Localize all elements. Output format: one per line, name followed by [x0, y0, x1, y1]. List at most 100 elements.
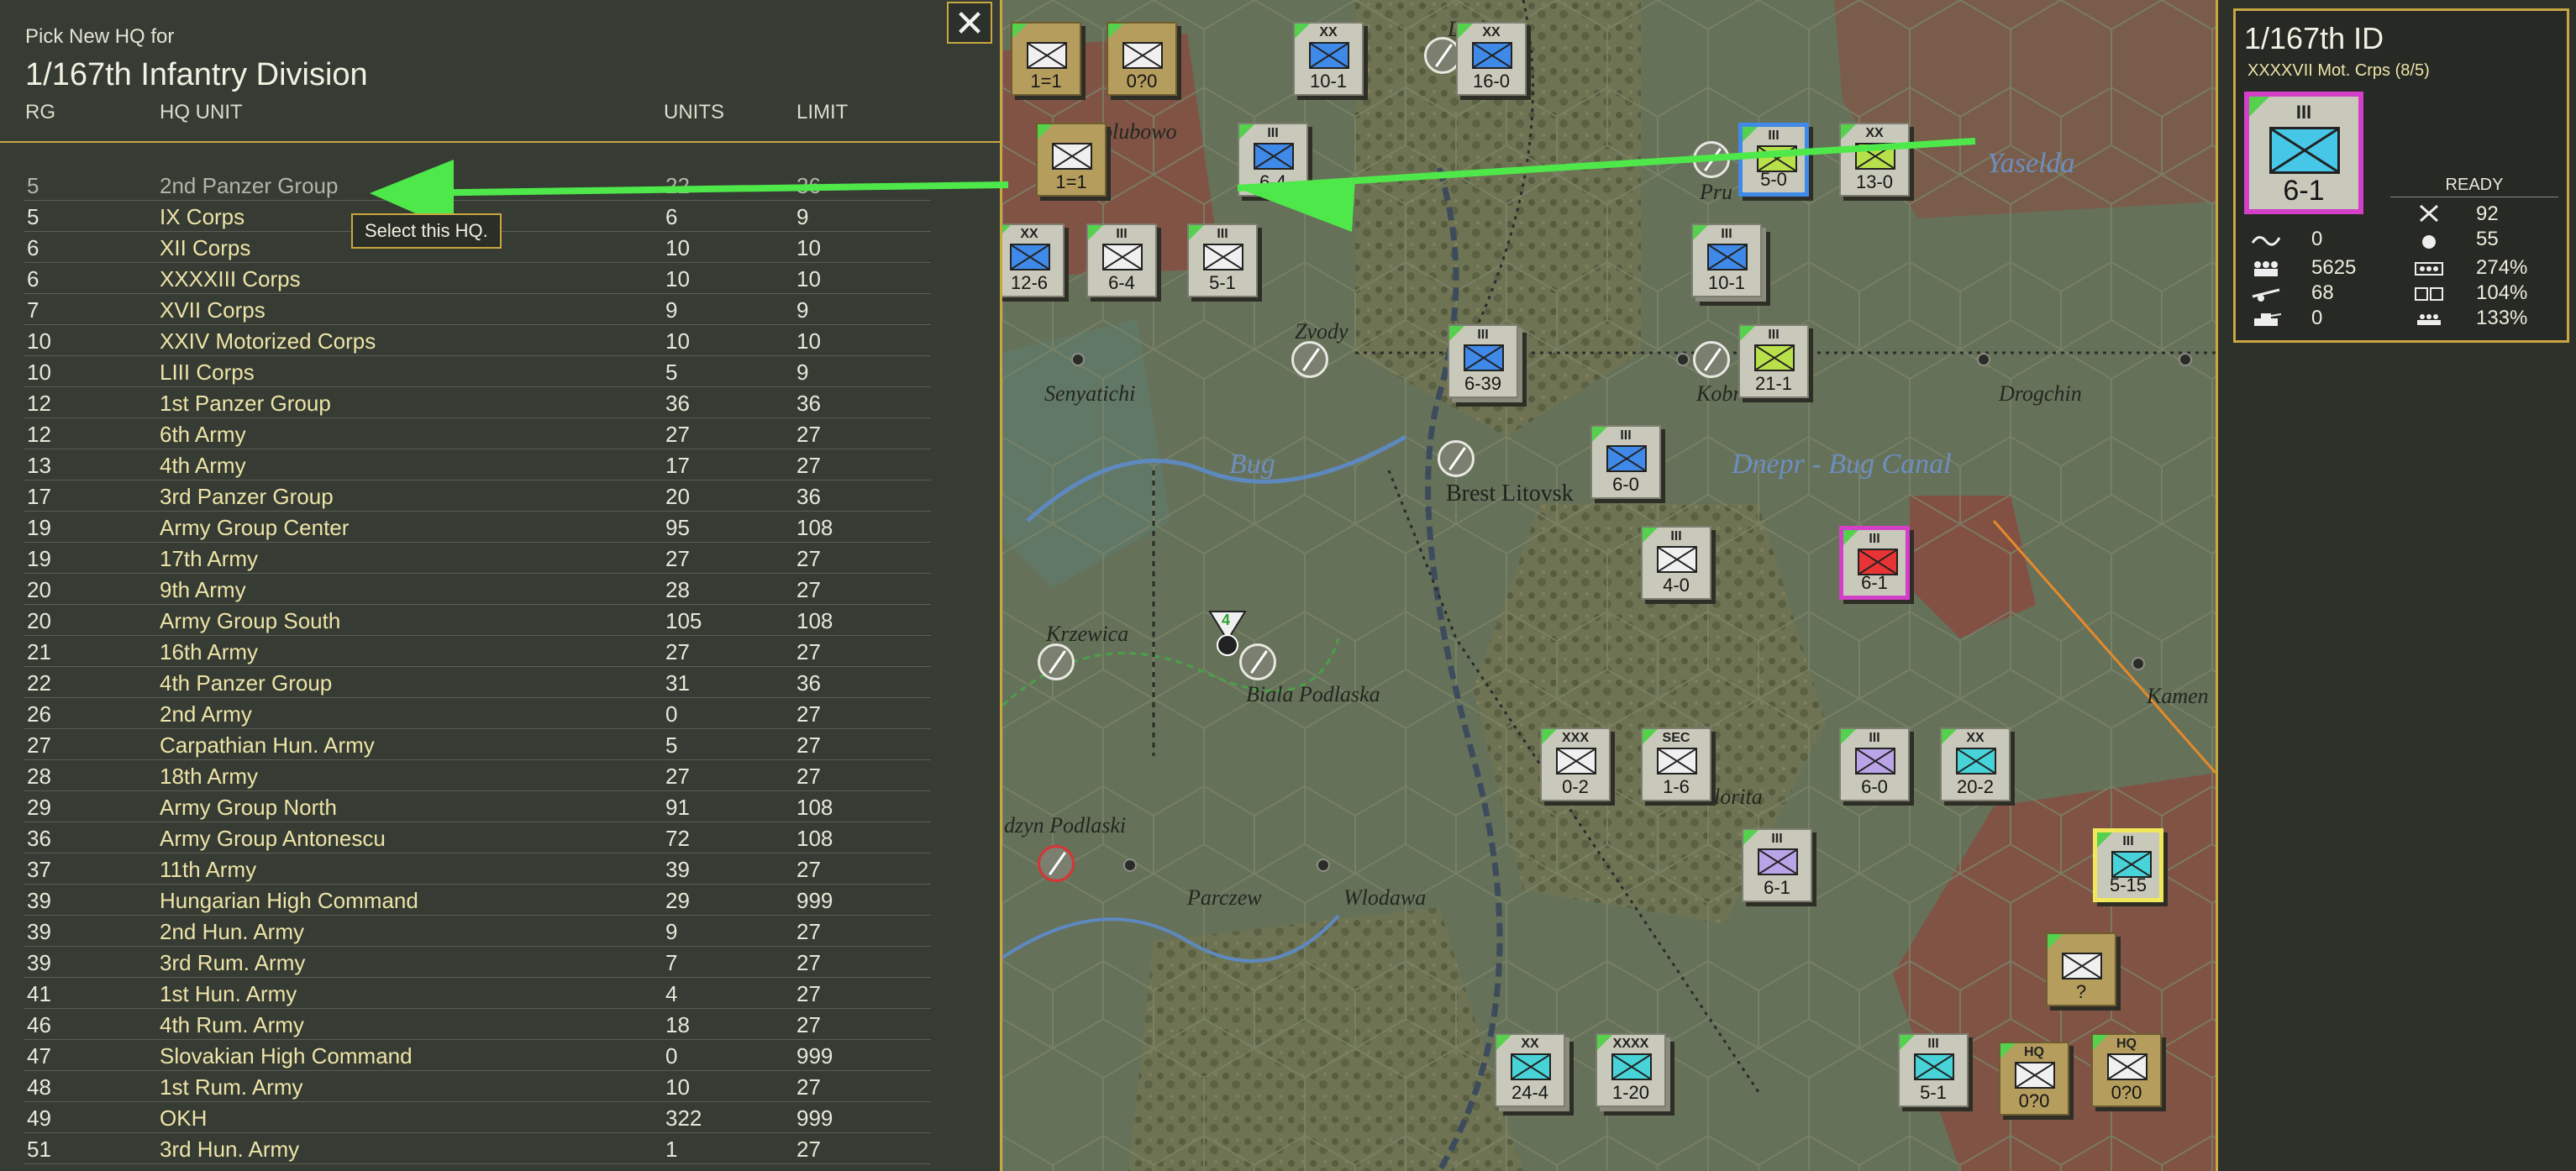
- selected-unit-counter[interactable]: III 6-1: [2244, 92, 2363, 214]
- unit-counter[interactable]: III 6-1: [1839, 526, 1910, 600]
- unit-counter[interactable]: III 21-1: [1738, 324, 1809, 398]
- unit-counter[interactable]: XXX 0-2: [1540, 727, 1611, 801]
- counter-strength: 5-1: [1920, 1082, 1947, 1103]
- unit-symbol-icon: [1914, 1053, 1954, 1080]
- counter-strength: 1-20: [1611, 1082, 1650, 1103]
- hq-name-cell: 11th Army: [160, 857, 257, 882]
- unit-counter[interactable]: III 6-0: [1839, 727, 1910, 801]
- hq-units-cell: 27: [665, 422, 690, 447]
- hq-units-cell: 20: [665, 484, 690, 509]
- hq-units-cell: 29: [665, 888, 690, 913]
- unit-counter[interactable]: HQ 0?0: [1999, 1042, 2069, 1116]
- hq-limit-cell: 108: [796, 608, 833, 633]
- unit-counter[interactable]: XXXX 1-20: [1596, 1033, 1666, 1107]
- counter-echelon: III: [1927, 1037, 1939, 1051]
- column-header-hq-unit[interactable]: HQ UNIT: [160, 101, 243, 124]
- unit-counter[interactable]: III 5-1: [1898, 1033, 1969, 1107]
- hq-units-cell: 0: [665, 701, 678, 727]
- hq-row[interactable]: 51 3rd Hun. Army 1 27: [24, 1133, 931, 1164]
- counter-echelon: XX: [1521, 1037, 1539, 1051]
- hq-row[interactable]: 20 9th Army 28 27: [24, 574, 931, 605]
- map-node: [1071, 353, 1085, 366]
- hq-row[interactable]: 37 11th Army 39 27: [24, 853, 931, 885]
- hq-name-cell: 3rd Panzer Group: [160, 484, 334, 509]
- hq-row[interactable]: 26 2nd Army 0 27: [24, 698, 931, 729]
- hq-row[interactable]: 46 4th Rum. Army 18 27: [24, 1009, 931, 1040]
- hq-rg-cell: 22: [27, 670, 51, 696]
- tank-icon: [2254, 313, 2281, 326]
- unit-counter[interactable]: III 4-0: [1641, 526, 1711, 600]
- counter-strength: 20-2: [1956, 776, 1995, 797]
- unit-counter[interactable]: XX 24-4: [1495, 1033, 1565, 1107]
- hq-row[interactable]: 56 Rumanian High Command 88 999: [24, 1164, 931, 1171]
- hq-row[interactable]: 28 18th Army 27 27: [24, 760, 931, 791]
- hq-row[interactable]: 22 4th Panzer Group 31 36: [24, 667, 931, 698]
- airbase-icon[interactable]: [1038, 845, 1075, 882]
- hq-row[interactable]: 49 OKH 322 999: [24, 1102, 931, 1133]
- close-button[interactable]: ✕: [947, 2, 992, 45]
- hq-row[interactable]: 10 LIII Corps 5 9: [24, 356, 931, 387]
- hq-row[interactable]: 39 2nd Hun. Army 9 27: [24, 916, 931, 947]
- unit-symbol-icon: [2062, 953, 2102, 979]
- hq-units-cell: 27: [665, 546, 690, 571]
- hq-rg-cell: 51: [27, 1137, 51, 1162]
- hq-name-cell: XXIV Motorized Corps: [160, 328, 376, 354]
- hq-row[interactable]: 39 3rd Rum. Army 7 27: [24, 947, 931, 978]
- hq-row[interactable]: 48 1st Rum. Army 10 27: [24, 1071, 931, 1102]
- hq-row[interactable]: 41 1st Hun. Army 4 27: [24, 978, 931, 1009]
- manpower-ratio-icon: [2415, 262, 2443, 276]
- hq-row[interactable]: 39 Hungarian High Command 29 999: [24, 885, 931, 916]
- hq-row[interactable]: 19 17th Army 27 27: [24, 543, 931, 574]
- unit-symbol-icon: [1657, 546, 1697, 573]
- unit-counter[interactable]: SEC 1-6: [1641, 727, 1711, 801]
- hq-limit-cell: 36: [796, 391, 821, 416]
- hq-row[interactable]: 17 3rd Panzer Group 20 36: [24, 480, 931, 512]
- unit-counter[interactable]: HQ 0?0: [2091, 1033, 2162, 1107]
- column-header-rg[interactable]: RG: [25, 101, 55, 124]
- map-node: [2179, 353, 2192, 366]
- unit-counter[interactable]: ?: [2046, 932, 2116, 1006]
- hq-row[interactable]: 6 XXXXIII Corps 10 10: [24, 263, 931, 294]
- hq-row[interactable]: 36 Army Group Antonescu 72 108: [24, 822, 931, 853]
- manpower-icon: [2254, 261, 2278, 276]
- counter-strength: 4-0: [1663, 575, 1690, 596]
- map-label-bug-river: Bug: [1229, 449, 1275, 480]
- unit-counter[interactable]: XX 20-2: [1940, 727, 2011, 801]
- column-header-limit[interactable]: LIMIT: [796, 101, 848, 124]
- hq-row[interactable]: 29 Army Group North 91 108: [24, 791, 931, 822]
- hq-limit-cell: 27: [796, 639, 821, 664]
- hq-row[interactable]: 47 Slovakian High Command 0 999: [24, 1040, 931, 1071]
- hq-limit-cell: 108: [796, 795, 833, 820]
- airbase-icon[interactable]: [1291, 341, 1328, 378]
- hex-map[interactable]: Senyatichi Zvody Brest Litovsk Bug Dnepr…: [1002, 0, 2216, 1171]
- airbase-icon[interactable]: [1438, 440, 1475, 477]
- unit-counter[interactable]: III 6-1: [1742, 828, 1812, 902]
- airbase-icon[interactable]: [1038, 643, 1075, 680]
- hq-name-cell: Army Group Antonescu: [160, 826, 386, 851]
- counter-strength: 12-6: [1010, 272, 1049, 293]
- hq-units-cell: 5: [665, 733, 678, 758]
- hq-row[interactable]: 19 Army Group Center 95 108: [24, 512, 931, 543]
- counter-echelon: III: [2122, 834, 2134, 848]
- counter-echelon: HQ: [2116, 1037, 2137, 1051]
- hq-row[interactable]: 12 1st Panzer Group 36 36: [24, 387, 931, 418]
- hq-row[interactable]: 7 XVII Corps 9 9: [24, 294, 931, 325]
- unit-counter[interactable]: III 6-39: [1448, 324, 1518, 398]
- hq-row[interactable]: 27 Carpathian Hun. Army 5 27: [24, 729, 931, 760]
- hq-row[interactable]: 10 XXIV Motorized Corps 10 10: [24, 325, 931, 356]
- hq-units-cell: 17: [665, 453, 690, 478]
- airbase-icon[interactable]: [1693, 341, 1730, 378]
- column-header-units[interactable]: UNITS: [664, 101, 724, 124]
- unit-symbol-icon: [1956, 748, 1996, 775]
- stat-guns-pct: 104%: [2476, 281, 2528, 304]
- unit-counter[interactable]: III 5-15: [2093, 828, 2163, 902]
- hq-row[interactable]: 21 16th Army 27 27: [24, 636, 931, 667]
- map-label-wlodawa: Wlodawa: [1343, 885, 1427, 910]
- unit-counter[interactable]: III 6-0: [1590, 425, 1661, 499]
- hq-units-cell: 28: [665, 577, 690, 602]
- hq-row[interactable]: 12 6th Army 27 27: [24, 418, 931, 449]
- rail-stack-marker[interactable]: 4: [1207, 607, 1249, 657]
- counter-echelon: XXXX: [1612, 1037, 1649, 1051]
- hq-row[interactable]: 20 Army Group South 105 108: [24, 605, 931, 636]
- hq-row[interactable]: 13 4th Army 17 27: [24, 449, 931, 480]
